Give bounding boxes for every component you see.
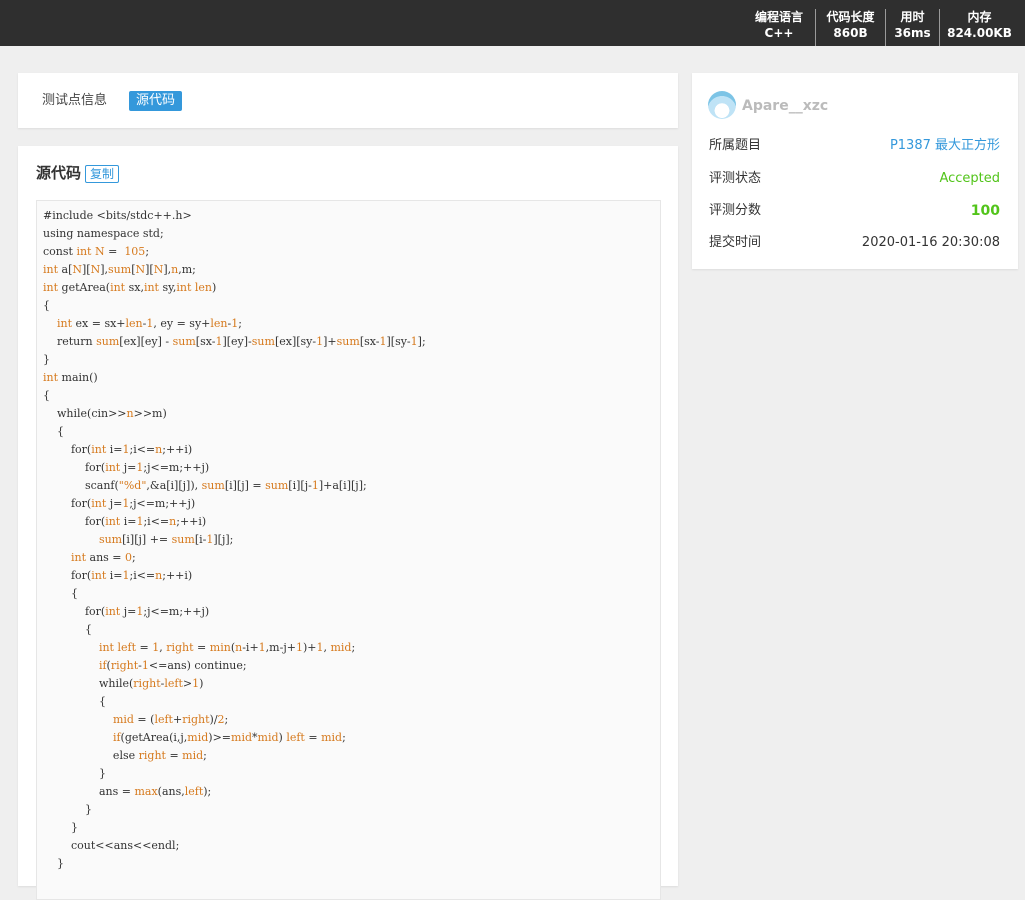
stat-memory-label: 内存 [967, 10, 992, 24]
username[interactable]: Apare__xzc [742, 97, 828, 115]
stat-code-length-value: 860B [833, 26, 868, 40]
stat-memory-value: 824.00KB [947, 26, 1012, 40]
submit-time-value: 2020-01-16 20:30:08 [861, 235, 1000, 250]
stat-code-length-label: 代码长度 [826, 10, 875, 24]
stat-language-label: 编程语言 [754, 10, 803, 24]
source-code-title: 源代码 [36, 164, 82, 182]
top-status-bar: 编程语言 C++ 代码长度 860B 用时 36ms 内存 824.00KB [0, 0, 1025, 46]
score-value: 100 [970, 203, 1000, 219]
score-label: 评测分数 [709, 203, 762, 218]
stat-language-value: C++ [764, 26, 794, 40]
stat-memory: 内存 824.00KB [939, 9, 1019, 46]
submission-info-panel: Apare__xzc 所属题目 P1387 最大正方形 评测状态 Accepte… [692, 73, 1018, 269]
stat-time: 用时 36ms [885, 9, 939, 46]
status-label: 评测状态 [709, 171, 762, 186]
tab-source-code[interactable]: 源代码 [129, 91, 183, 111]
stat-code-length: 代码长度 860B [815, 9, 885, 46]
problem-label: 所属题目 [709, 138, 762, 153]
tab-bar: 测试点信息 源代码 [18, 73, 678, 128]
source-code-panel: 源代码 复制 #include <bits/stdc++.h> using na… [18, 146, 678, 900]
stat-time-value: 36ms [894, 26, 931, 40]
status-value: Accepted [939, 171, 1000, 186]
stat-time-label: 用时 [900, 10, 925, 24]
stat-language: 编程语言 C++ [748, 9, 810, 46]
code-text: #include <bits/stdc++.h> using namespace… [43, 209, 426, 870]
code-block[interactable]: #include <bits/stdc++.h> using namespace… [36, 200, 661, 900]
copy-button[interactable]: 复制 [85, 165, 120, 183]
submit-time-label: 提交时间 [709, 235, 762, 250]
tab-test-info[interactable]: 测试点信息 [42, 91, 107, 111]
user-avatar[interactable] [708, 91, 736, 119]
problem-link[interactable]: P1387 最大正方形 [890, 137, 1000, 155]
